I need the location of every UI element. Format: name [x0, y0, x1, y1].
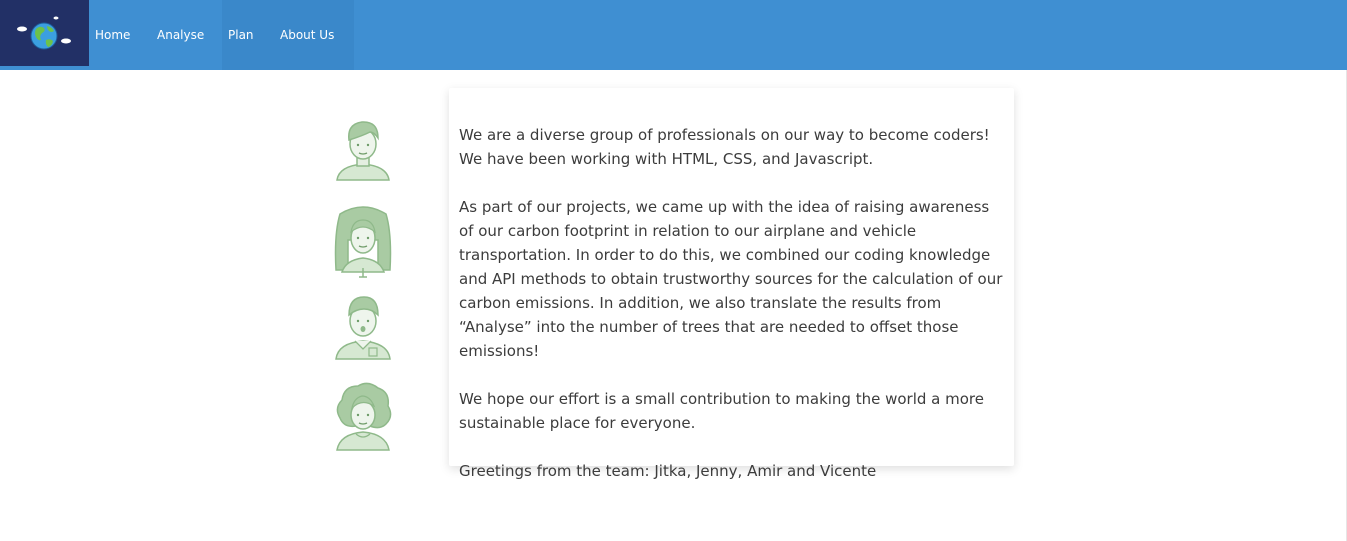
- earth-globe-icon: [17, 16, 71, 50]
- woman-curly-hair-avatar-icon: [336, 382, 392, 451]
- nav-about-us[interactable]: About Us: [280, 27, 334, 43]
- nav-home[interactable]: Home: [95, 27, 130, 43]
- logo[interactable]: [0, 0, 89, 66]
- woman-long-hair-avatar-icon: [334, 206, 392, 278]
- nav-analyse[interactable]: Analyse: [157, 27, 204, 43]
- about-paragraph-project: As part of our projects, we came up with…: [459, 198, 1003, 360]
- man-shirt-avatar-icon: [335, 296, 391, 360]
- about-paragraph-greetings: Greetings from the team: Jitka, Jenny, A…: [459, 462, 877, 480]
- about-us-card: We are a diverse group of professionals …: [449, 88, 1014, 480]
- about-us-text: We are a diverse group of professionals …: [459, 123, 1007, 483]
- about-paragraph-intro: We are a diverse group of professionals …: [459, 126, 990, 168]
- nav-plan[interactable]: Plan: [228, 27, 254, 43]
- top-navbar: Home Analyse Plan About Us: [0, 0, 1347, 70]
- man-avatar-icon: [336, 121, 390, 181]
- about-paragraph-hope: We hope our effort is a small contributi…: [459, 390, 984, 432]
